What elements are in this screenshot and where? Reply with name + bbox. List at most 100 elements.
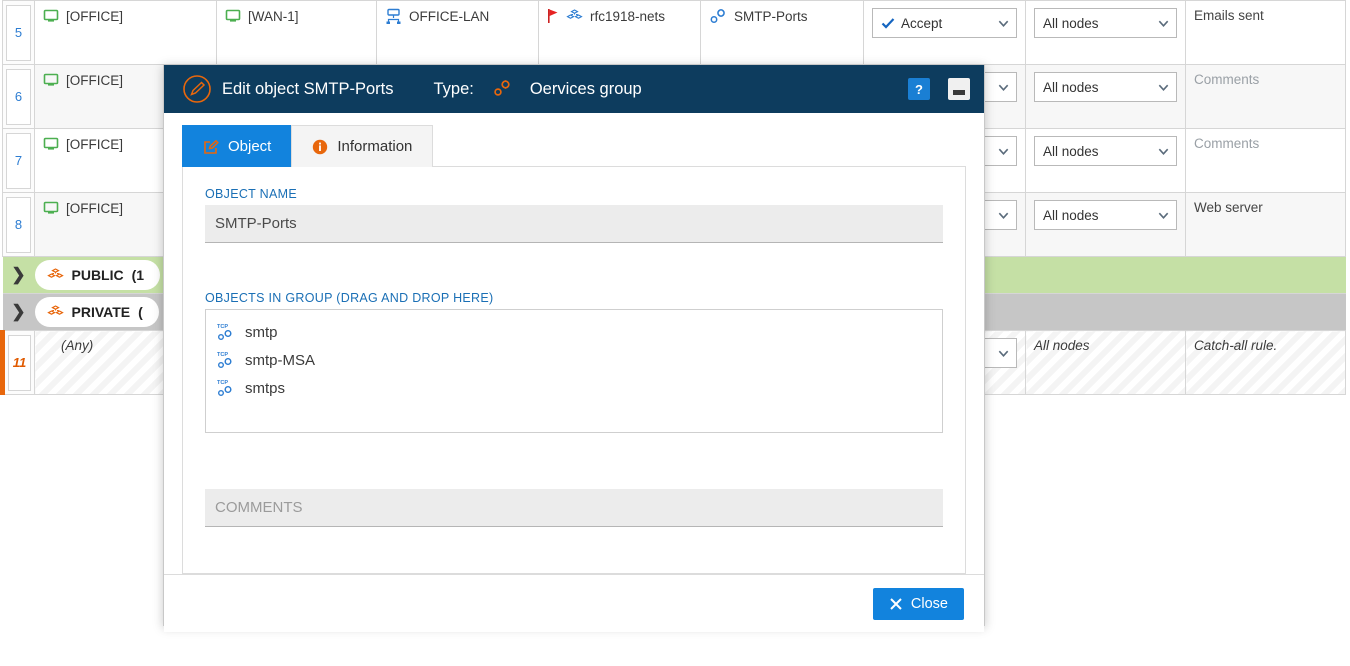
rule-comment-placeholder: Comments — [1194, 136, 1260, 151]
rule-source-cell[interactable]: [OFFICE] — [34, 0, 217, 65]
tab-object[interactable]: Object — [182, 125, 293, 167]
rule-node-cell[interactable]: All nodes — [1025, 0, 1186, 65]
tab-object-label: Object — [228, 138, 272, 155]
rule-comment-cell[interactable]: Catch-all rule. — [1185, 330, 1346, 395]
list-item-label: smtps — [245, 379, 286, 397]
rule-network-label: rfc1918-nets — [590, 8, 666, 24]
list-item[interactable]: TCP smtps — [216, 374, 932, 402]
rule-node-cell[interactable]: All nodes — [1025, 330, 1186, 395]
rule-number: 11 — [12, 355, 27, 370]
svg-text:TCP: TCP — [217, 324, 228, 330]
rule-source-label: [OFFICE] — [66, 8, 123, 24]
tcp-service-icon: TCP — [216, 378, 236, 398]
action-dropdown[interactable]: Accept — [872, 8, 1017, 38]
object-name-value: SMTP-Ports — [215, 215, 297, 232]
service-group-icon — [709, 8, 727, 25]
rule-node-cell[interactable]: All nodes — [1025, 192, 1186, 257]
rule-number: 8 — [14, 217, 23, 232]
table-row[interactable]: 5 [OFFICE] [WAN-1] OFFICE-LAN rfc1918-ne… — [2, 0, 1346, 65]
dialog-title-bar: Edit object SMTP-Ports Type: Oervices gr… — [164, 65, 984, 113]
comments-input[interactable]: COMMENTS — [205, 489, 943, 527]
rule-comment-placeholder: Comments — [1194, 72, 1260, 87]
monitor-icon — [43, 8, 59, 24]
rule-action-cell[interactable]: Accept — [863, 0, 1026, 65]
rule-number: 6 — [14, 89, 23, 104]
node-label: All nodes — [1043, 207, 1099, 223]
node-dropdown[interactable]: All nodes — [1034, 136, 1177, 166]
app-root: 5 [OFFICE] [WAN-1] OFFICE-LAN rfc1918-ne… — [0, 0, 1350, 666]
rule-comment-label: Emails sent — [1194, 8, 1264, 23]
monitor-icon — [225, 8, 241, 24]
rule-service-label: SMTP-Ports — [734, 9, 808, 24]
list-item-label: smtp-MSA — [245, 351, 316, 369]
chevron-down-icon — [998, 84, 1009, 91]
rule-interface-cell[interactable]: OFFICE-LAN — [376, 0, 539, 65]
node-label: All nodes — [1043, 15, 1099, 31]
rule-number-cell: 7 — [2, 128, 35, 193]
close-x-icon — [889, 597, 903, 611]
tab-information[interactable]: Information — [291, 125, 434, 167]
svg-text:TCP: TCP — [217, 352, 228, 358]
rule-number-cell: 11 — [0, 330, 35, 395]
tab-information-label: Information — [337, 138, 413, 155]
list-item[interactable]: TCP smtp-MSA — [216, 346, 932, 374]
monitor-icon — [43, 136, 59, 152]
rule-number: 5 — [14, 25, 23, 40]
list-item[interactable]: TCP smtp — [216, 318, 932, 346]
chevron-down-icon — [1158, 212, 1169, 219]
rule-source-label: [OFFICE] — [66, 200, 123, 216]
rule-comment-cell[interactable]: Web server — [1185, 192, 1346, 257]
chevron-down-icon — [998, 350, 1009, 357]
dialog-type-name: Oervices group — [529, 79, 642, 98]
group-count: ( — [138, 304, 143, 320]
rule-comment-cell[interactable]: Comments — [1185, 64, 1346, 129]
rule-destination-cell[interactable]: [WAN-1] — [216, 0, 377, 65]
objects-in-group-dropzone[interactable]: TCP smtp TCP smtp-MSA TCP smtps — [205, 309, 943, 433]
group-label-private: PRIVATE ( — [34, 297, 159, 327]
rule-destination-label: [WAN-1] — [248, 8, 299, 24]
node-dropdown[interactable]: All nodes — [1034, 200, 1177, 230]
catch-all-comment-label: Catch-all rule. — [1194, 338, 1278, 353]
chevron-right-icon[interactable]: ❯ — [3, 265, 35, 285]
object-name-input[interactable]: SMTP-Ports — [205, 205, 943, 243]
dialog-title: Edit object SMTP-Ports — [222, 79, 394, 98]
help-button[interactable]: ? — [908, 78, 930, 100]
rule-comment-cell[interactable]: Comments — [1185, 128, 1346, 193]
pencil-circle-icon — [182, 74, 212, 104]
node-dropdown[interactable]: All nodes — [1034, 8, 1177, 38]
tcp-service-icon: TCP — [216, 322, 236, 342]
chevron-down-icon — [998, 20, 1009, 27]
chevron-down-icon — [1158, 20, 1169, 27]
negation-flag-icon — [547, 8, 559, 24]
comments-placeholder: COMMENTS — [215, 499, 303, 516]
node-label: All nodes — [1043, 79, 1099, 95]
catch-all-source-label: (Any) — [61, 338, 94, 353]
group-cubes-icon — [46, 304, 64, 320]
tcp-service-icon: TCP — [216, 350, 236, 370]
dialog-body: Object Information OBJECT NAME SMTP-Port… — [164, 113, 984, 574]
chevron-down-icon — [1158, 148, 1169, 155]
rule-comment-label: Web server — [1194, 200, 1263, 215]
group-label-public: PUBLIC (1 — [34, 260, 161, 290]
group-count: (1 — [131, 267, 145, 283]
chevron-down-icon — [1158, 84, 1169, 91]
rule-number: 7 — [14, 153, 23, 168]
monitor-icon — [43, 200, 59, 216]
node-dropdown[interactable]: All nodes — [1034, 72, 1177, 102]
rule-node-cell[interactable]: All nodes — [1025, 64, 1186, 129]
edit-object-dialog: Edit object SMTP-Ports Type: Oervices gr… — [163, 64, 985, 632]
rule-node-cell[interactable]: All nodes — [1025, 128, 1186, 193]
rule-network-cell[interactable]: rfc1918-nets — [538, 0, 701, 65]
dialog-footer: Close — [164, 574, 984, 632]
action-label: Accept — [901, 15, 943, 31]
rule-service-cell[interactable]: SMTP-Ports — [700, 0, 864, 65]
list-item-label: smtp — [245, 323, 278, 341]
rule-comment-cell[interactable]: Emails sent — [1185, 0, 1346, 65]
rule-number-cell: 5 — [2, 0, 35, 65]
monitor-icon — [43, 72, 59, 88]
chevron-right-icon[interactable]: ❯ — [3, 302, 35, 322]
rule-number-cell: 8 — [2, 192, 35, 257]
group-name: PRIVATE — [71, 304, 131, 320]
minimize-button[interactable] — [948, 78, 970, 100]
close-button[interactable]: Close — [872, 587, 964, 620]
